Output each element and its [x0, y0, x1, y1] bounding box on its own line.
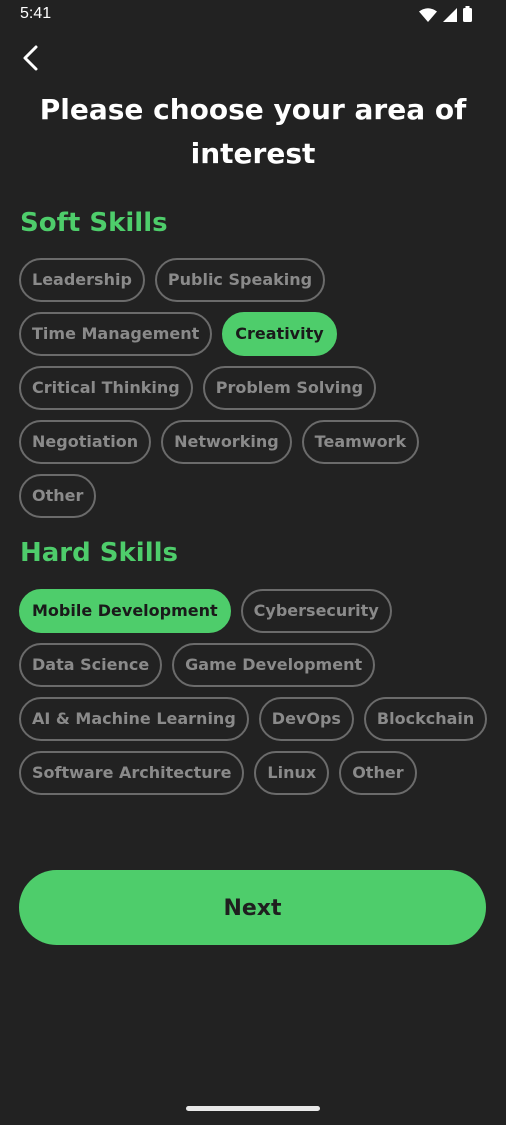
next-button[interactable]: Next [19, 870, 486, 945]
battery-icon [463, 6, 472, 26]
signal-icon [443, 7, 457, 26]
chip-devops[interactable]: DevOps [258, 697, 354, 741]
back-button[interactable] [14, 42, 46, 78]
chevron-left-icon [21, 44, 39, 76]
home-indicator[interactable] [186, 1106, 320, 1111]
chip-critical-thinking[interactable]: Critical Thinking [19, 366, 193, 410]
chip-software-architecture[interactable]: Software Architecture [19, 751, 245, 795]
chip-time-management[interactable]: Time Management [19, 312, 213, 356]
page-title: Please choose your area of interest [39, 93, 467, 170]
hard-skills-heading: Hard Skills [20, 538, 179, 568]
chip-soft-other[interactable]: Other [19, 474, 97, 518]
status-bar: 5:41 [0, 0, 506, 30]
hard-skills-chip-group: Mobile Development Cybersecurity Data Sc… [19, 589, 489, 795]
chip-blockchain[interactable]: Blockchain [363, 697, 488, 741]
chip-cybersecurity[interactable]: Cybersecurity [240, 589, 392, 633]
status-icons [419, 6, 472, 26]
chip-negotiation[interactable]: Negotiation [19, 420, 152, 464]
chip-linux[interactable]: Linux [254, 751, 330, 795]
chip-creativity[interactable]: Creativity [222, 312, 337, 356]
chip-teamwork[interactable]: Teamwork [301, 420, 420, 464]
chip-leadership[interactable]: Leadership [19, 258, 145, 302]
status-time: 5:41 [20, 5, 52, 22]
chip-hard-other[interactable]: Other [339, 751, 417, 795]
wifi-icon [419, 7, 437, 26]
chip-mobile-development[interactable]: Mobile Development [19, 589, 231, 633]
soft-skills-chip-group: Leadership Public Speaking Time Manageme… [19, 258, 489, 518]
chip-ai-machine-learning[interactable]: AI & Machine Learning [19, 697, 249, 741]
interest-selection-screen: 5:41 Please choose your area of interest… [0, 0, 506, 1125]
chip-networking[interactable]: Networking [161, 420, 292, 464]
soft-skills-heading: Soft Skills [20, 208, 168, 238]
chip-data-science[interactable]: Data Science [19, 643, 163, 687]
chip-game-development[interactable]: Game Development [172, 643, 376, 687]
chip-public-speaking[interactable]: Public Speaking [154, 258, 326, 302]
chip-problem-solving[interactable]: Problem Solving [202, 366, 377, 410]
